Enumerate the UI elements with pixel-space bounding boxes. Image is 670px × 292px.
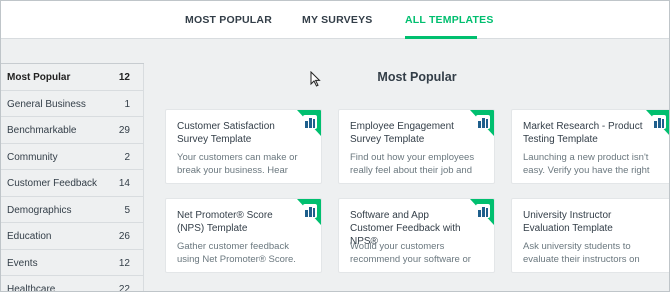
sidebar-item-label: Most Popular — [7, 72, 71, 83]
template-card-title: University Instructor Evaluation Templat… — [523, 210, 613, 234]
sidebar-item-customer-feedback[interactable]: Customer Feedback 14 — [1, 169, 144, 196]
sidebar-item-label: Education — [7, 231, 52, 242]
sidebar-item-count: 12 — [118, 72, 130, 83]
template-card-title: Customer Satisfaction Survey Template — [177, 121, 275, 145]
template-card-title: Net Promoter® Score (NPS) Template — [177, 210, 273, 234]
template-card-software-app-feedback[interactable]: Software and App Customer Feedback with … — [338, 198, 495, 273]
template-card-description: Find out how your employees really feel … — [350, 152, 475, 176]
sidebar-item-label: Demographics — [7, 204, 72, 216]
benchmark-badge-icon — [297, 199, 321, 225]
template-card-description: Would your customers recommend your soft… — [350, 241, 471, 265]
sidebar-item-count: 26 — [118, 231, 130, 242]
sidebar-item-count: 1 — [124, 98, 130, 110]
tab-my-surveys[interactable]: MY SURVEYS — [302, 14, 372, 26]
section-title: Most Popular — [377, 70, 457, 84]
sidebar-item-most-popular[interactable]: Most Popular 12 — [1, 63, 144, 90]
template-card-description: Gather customer feedback using Net Promo… — [177, 241, 296, 265]
sidebar-item-label: Events — [7, 257, 38, 269]
sidebar-item-label: Healthcare — [7, 284, 56, 292]
template-tabs-bar: MOST POPULAR MY SURVEYS ALL TEMPLATES — [1, 1, 669, 39]
sidebar-item-events[interactable]: Events 12 — [1, 248, 144, 276]
sidebar-item-count: 14 — [118, 178, 130, 189]
benchmark-badge-icon — [470, 199, 494, 225]
template-card-market-research[interactable]: Market Research - Product Testing Templa… — [511, 109, 669, 184]
sidebar-item-count: 5 — [124, 204, 130, 216]
tab-most-popular[interactable]: MOST POPULAR — [185, 14, 272, 26]
benchmark-badge-icon — [646, 110, 669, 135]
active-tab-indicator — [405, 36, 477, 39]
template-card-employee-engagement[interactable]: Employee Engagement Survey Template Find… — [338, 109, 495, 184]
app-window: MOST POPULAR MY SURVEYS ALL TEMPLATES Mo… — [0, 0, 670, 292]
sidebar-item-demographics[interactable]: Demographics 5 — [1, 195, 144, 223]
sidebar-item-education[interactable]: Education 26 — [1, 222, 144, 249]
category-sidebar: Most Popular 12 General Business 1 Bench… — [1, 63, 144, 292]
template-card-description: Ask university students to evaluate thei… — [523, 241, 640, 265]
benchmark-badge-icon — [470, 110, 494, 136]
template-card-nps[interactable]: Net Promoter® Score (NPS) Template Gathe… — [165, 198, 322, 273]
template-card-university-instructor[interactable]: University Instructor Evaluation Templat… — [511, 198, 669, 273]
sidebar-item-count: 12 — [118, 257, 130, 269]
benchmark-badge-icon — [297, 110, 321, 136]
template-card-customer-satisfaction[interactable]: Customer Satisfaction Survey Template Yo… — [165, 109, 322, 184]
sidebar-item-label: Customer Feedback — [7, 178, 98, 189]
sidebar-item-label: Benchmarkable — [7, 125, 77, 136]
sidebar-item-label: General Business — [7, 98, 86, 110]
template-card-description: Launching a new product isn't easy. Veri… — [523, 152, 650, 176]
sidebar-item-benchmarkable[interactable]: Benchmarkable 29 — [1, 116, 144, 143]
sidebar-item-count: 2 — [124, 151, 130, 163]
sidebar-item-general-business[interactable]: General Business 1 — [1, 89, 144, 117]
template-card-description: Your customers can make or break your bu… — [177, 152, 298, 176]
sidebar-item-count: 29 — [118, 125, 130, 136]
sidebar-item-healthcare[interactable]: Healthcare 22 — [1, 275, 144, 292]
sidebar-item-count: 22 — [118, 284, 130, 292]
template-card-title: Market Research - Product Testing Templa… — [523, 121, 643, 145]
mouse-pointer-icon — [310, 71, 321, 87]
sidebar-item-community[interactable]: Community 2 — [1, 142, 144, 170]
tab-all-templates[interactable]: ALL TEMPLATES — [405, 14, 494, 26]
sidebar-item-label: Community — [7, 151, 58, 163]
template-card-title: Employee Engagement Survey Template — [350, 121, 454, 145]
